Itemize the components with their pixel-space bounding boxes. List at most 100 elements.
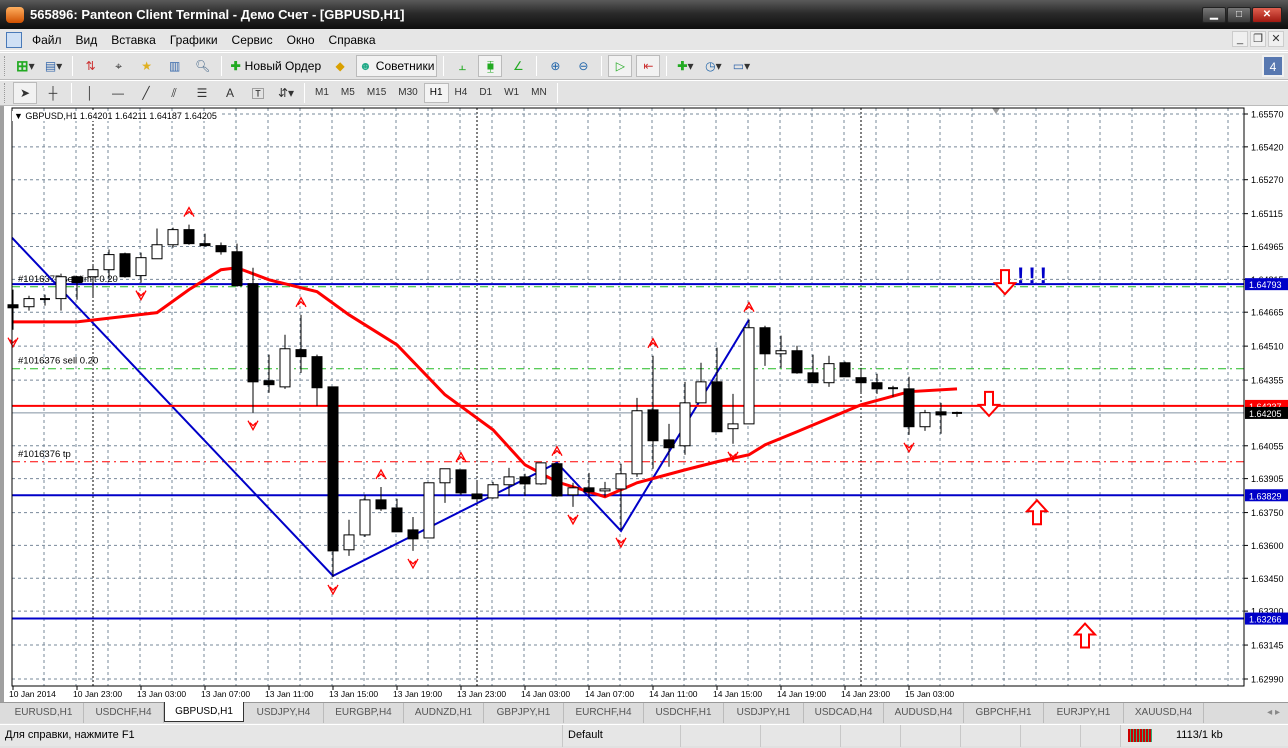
zoom-out-button[interactable]: ⊖ bbox=[571, 55, 595, 77]
horizontal-line-tool[interactable]: — bbox=[106, 82, 130, 104]
timeframe-m15[interactable]: M15 bbox=[361, 83, 392, 103]
candle-bearish bbox=[407, 529, 419, 540]
x-tick-label: 14 Jan 07:00 bbox=[585, 689, 634, 699]
menu-file[interactable]: Файл bbox=[25, 33, 69, 47]
new-chart-button[interactable]: ⊞ ▾ bbox=[13, 55, 38, 77]
status-profile: Default bbox=[568, 729, 603, 741]
candle-bearish bbox=[935, 411, 947, 416]
cursor-arrow-icon: ➤ bbox=[19, 86, 31, 100]
fractal-down-arrow-icon bbox=[7, 337, 19, 349]
templates-button[interactable]: ▭ ▾ bbox=[729, 55, 753, 77]
line-chart-button[interactable]: ∠ bbox=[506, 55, 530, 77]
candle-bearish bbox=[711, 381, 723, 433]
chart-window[interactable]: 1.655701.654201.652701.651151.649651.648… bbox=[0, 106, 1288, 702]
profiles-button[interactable]: ▤ ▾ bbox=[42, 55, 66, 77]
menu-view[interactable]: Вид bbox=[69, 33, 105, 47]
equidistant-channel-tool[interactable]: ⫽ bbox=[162, 82, 186, 104]
candle-bullish bbox=[103, 254, 115, 271]
auto-scroll-icon: ▷ bbox=[615, 59, 626, 73]
chart-tab[interactable]: GBPUSD,H1 bbox=[164, 702, 244, 722]
navigator-star-icon: ★ bbox=[141, 59, 152, 73]
line-studies-toolbar: ➤ ┼ │ — ╱ ⫽ ☰ A 🅃 ⇵ ▾ M1 M5 M15 M30 H1 H4… bbox=[0, 80, 1288, 106]
chart-tab[interactable]: USDJPY,H1 bbox=[724, 703, 804, 723]
timeframe-m1[interactable]: M1 bbox=[309, 83, 335, 103]
auto-scroll-button[interactable]: ▷ bbox=[608, 55, 633, 77]
chart-tab[interactable]: EURCHF,H4 bbox=[564, 703, 644, 723]
bar-chart-button[interactable]: ⫠ bbox=[450, 55, 474, 77]
child-minimize-button[interactable]: _ bbox=[1232, 31, 1248, 47]
timeframe-d1[interactable]: D1 bbox=[473, 83, 498, 103]
new-order-button[interactable]: ✚ Новый Ордер bbox=[228, 55, 325, 77]
price-chart[interactable]: 1.655701.654201.652701.651151.649651.648… bbox=[0, 106, 1288, 702]
chart-tab[interactable]: GBPCHF,H1 bbox=[964, 703, 1044, 723]
chart-tab[interactable]: USDJPY,H4 bbox=[244, 703, 324, 723]
maximize-button[interactable]: □ bbox=[1227, 7, 1251, 23]
periods-button[interactable]: ◷ ▾ bbox=[701, 55, 725, 77]
candlestick-button[interactable]: ⧯ bbox=[478, 55, 503, 77]
profiles-icon: ▤ bbox=[44, 59, 57, 73]
channel-icon: ⫽ bbox=[171, 85, 177, 100]
menu-tools[interactable]: Сервис bbox=[225, 33, 280, 47]
metaeditor-button[interactable]: ◆ bbox=[328, 55, 352, 77]
menu-help[interactable]: Справка bbox=[322, 33, 383, 47]
child-close-button[interactable]: ✕ bbox=[1268, 31, 1284, 47]
timeframe-h1[interactable]: H1 bbox=[423, 83, 449, 103]
chart-tab[interactable]: GBPJPY,H1 bbox=[484, 703, 564, 723]
menu-window[interactable]: Окно bbox=[280, 33, 322, 47]
candle-bearish bbox=[807, 372, 819, 384]
chart-tab[interactable]: USDCHF,H1 bbox=[644, 703, 724, 723]
indicators-button[interactable]: ✚ ▾ bbox=[673, 55, 697, 77]
close-button[interactable]: ✕ bbox=[1252, 7, 1282, 23]
cursor-tool[interactable]: ➤ bbox=[13, 82, 37, 104]
arrows-tool[interactable]: ⇵ ▾ bbox=[274, 82, 298, 104]
chart-tab[interactable]: XAUUSD,H4 bbox=[1124, 703, 1204, 723]
chart-shift-button[interactable]: ⇤ bbox=[636, 55, 661, 77]
chart-tab[interactable]: EURGBP,H4 bbox=[324, 703, 404, 723]
x-tick-label: 13 Jan 03:00 bbox=[137, 689, 186, 699]
timeframe-m30[interactable]: M30 bbox=[392, 83, 423, 103]
timeframe-w1[interactable]: W1 bbox=[498, 83, 525, 103]
candle-bullish bbox=[167, 229, 179, 246]
timeframe-mn[interactable]: MN bbox=[525, 83, 553, 103]
menu-charts[interactable]: Графики bbox=[163, 33, 225, 47]
chart-tab[interactable]: AUDNZD,H1 bbox=[404, 703, 484, 723]
notifications-badge[interactable]: 4 bbox=[1262, 55, 1284, 77]
text-label-tool[interactable]: 🅃 bbox=[246, 82, 270, 104]
x-tick-label: 13 Jan 23:00 bbox=[457, 689, 506, 699]
expert-advisors-button[interactable]: ☻ Советники bbox=[356, 55, 438, 77]
data-window-button[interactable]: ⌖ bbox=[107, 55, 131, 77]
timeframe-h4[interactable]: H4 bbox=[449, 83, 474, 103]
vertical-line-tool[interactable]: │ bbox=[78, 82, 102, 104]
chart-tab[interactable]: EURUSD,H1 bbox=[4, 703, 84, 723]
template-icon: ▭ bbox=[732, 59, 745, 73]
fractal-down-arrow-icon bbox=[903, 442, 915, 454]
text-tool[interactable]: A bbox=[218, 82, 242, 104]
chart-tab[interactable]: EURJPY,H1 bbox=[1044, 703, 1124, 723]
navigator-button[interactable]: ★ bbox=[135, 55, 159, 77]
chart-tab[interactable]: USDCAD,H4 bbox=[804, 703, 884, 723]
candle-bullish bbox=[823, 363, 835, 384]
child-restore-button[interactable]: ❐ bbox=[1250, 31, 1266, 47]
chart-window-icon[interactable] bbox=[6, 31, 22, 48]
terminal-button[interactable]: ▥ bbox=[163, 55, 187, 77]
crosshair-tool[interactable]: ┼ bbox=[41, 82, 65, 104]
zoom-in-button[interactable]: ⊕ bbox=[543, 55, 567, 77]
strategy-tester-button[interactable]: 🔍︎ bbox=[191, 55, 215, 77]
y-tick-label: 1.62990 bbox=[1251, 675, 1284, 685]
menu-insert[interactable]: Вставка bbox=[104, 33, 163, 47]
horizontal-line-icon: — bbox=[112, 86, 124, 100]
fibonacci-icon: ☰ bbox=[196, 86, 208, 100]
fractal-up-arrow-icon bbox=[551, 445, 563, 457]
tab-scroll-arrows[interactable]: ◂ ▸ bbox=[1267, 707, 1280, 718]
plot-border bbox=[11, 107, 1245, 687]
market-watch-button[interactable]: ⇅ bbox=[79, 55, 103, 77]
trendline-tool[interactable]: ╱ bbox=[134, 82, 158, 104]
arrows-icon: ⇵ bbox=[277, 86, 289, 100]
crosshair-icon: ┼ bbox=[48, 86, 58, 100]
fibonacci-tool[interactable]: ☰ bbox=[190, 82, 214, 104]
chart-tab[interactable]: USDCHF,H4 bbox=[84, 703, 164, 723]
minimize-button[interactable]: ▁ bbox=[1202, 7, 1226, 23]
chart-tab[interactable]: AUDUSD,H4 bbox=[884, 703, 964, 723]
timeframe-m5[interactable]: M5 bbox=[335, 83, 361, 103]
candle-bullish bbox=[343, 534, 355, 551]
